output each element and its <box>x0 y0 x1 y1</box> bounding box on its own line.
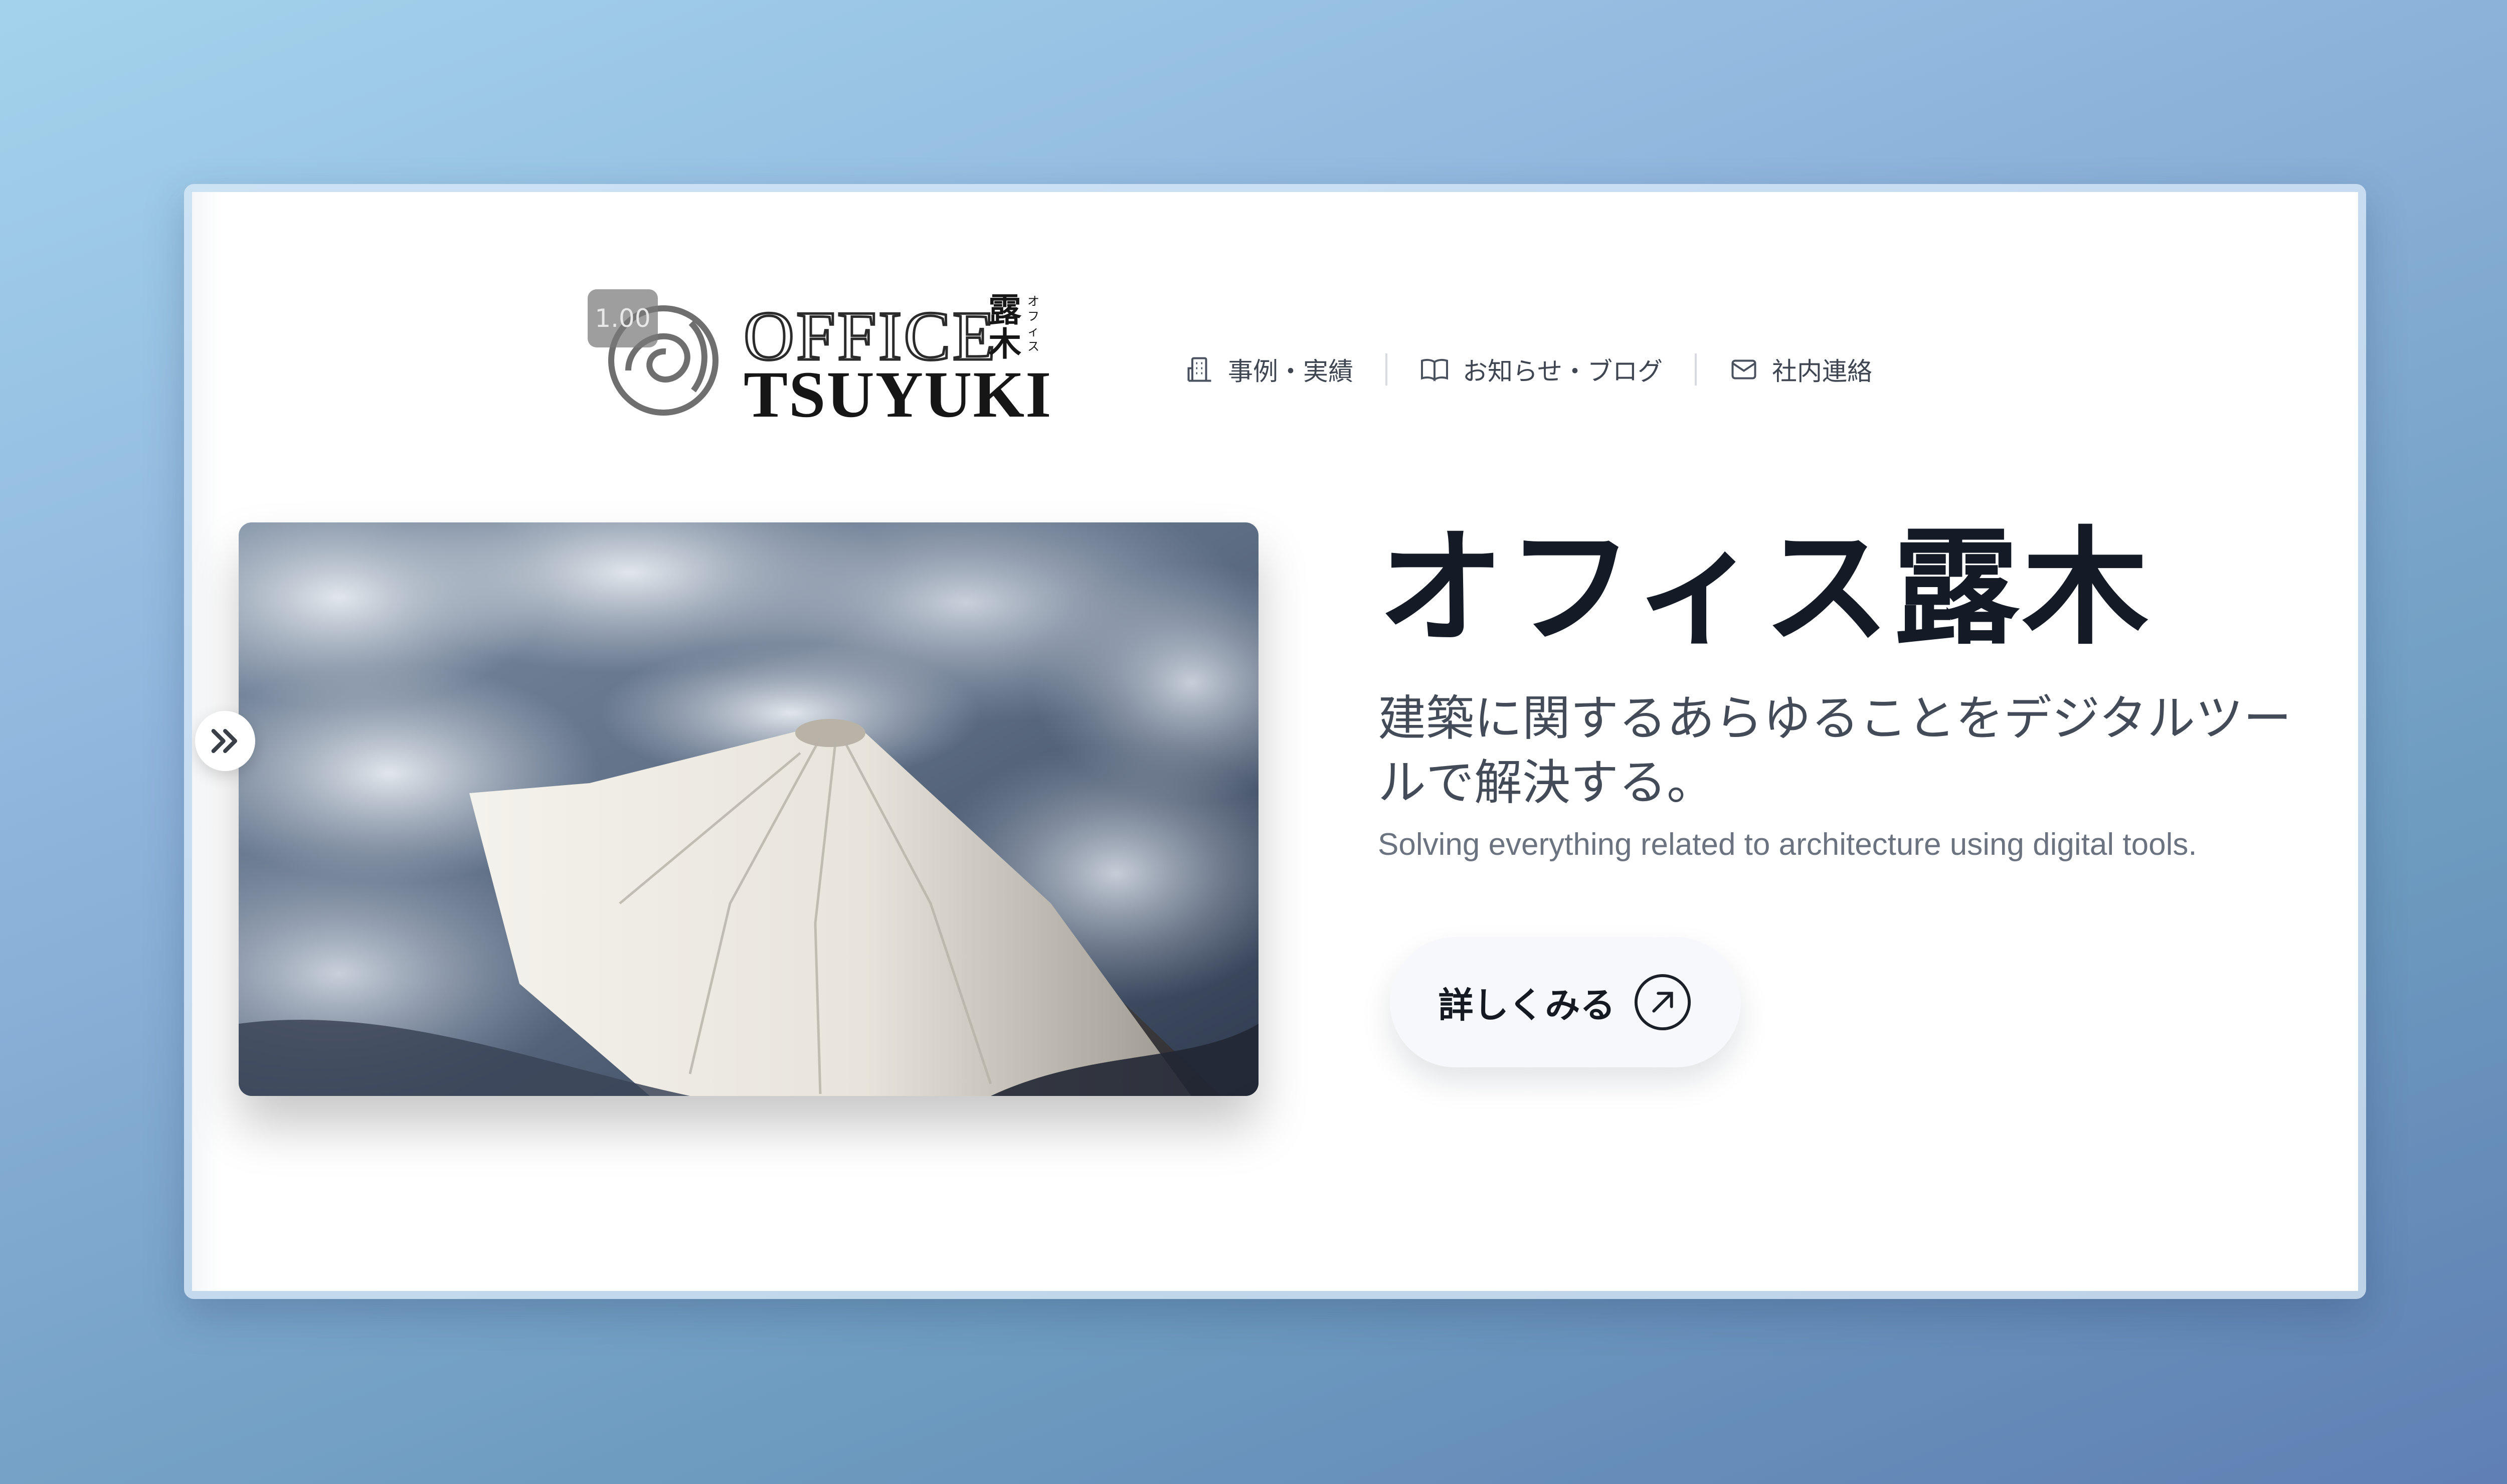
browser-frame: OFFICE TSUYUKI 露 木 オ フ ィ ス 1.00 事例・実績 お知… <box>184 184 2366 1299</box>
nav-item-news-blog-label: お知らせ・ブログ <box>1463 357 1663 386</box>
hero-english-tagline: Solving everything related to architectu… <box>1378 827 2197 862</box>
double-chevron-right-icon <box>211 729 237 753</box>
logo-kana-3: ィ <box>1027 324 1039 338</box>
nav-item-cases[interactable]: 事例・実績 <box>1185 351 1353 388</box>
book-icon <box>1421 358 1448 382</box>
nav-item-news-blog[interactable]: お知らせ・ブログ <box>1419 351 1663 388</box>
logo-kana-2: フ <box>1027 309 1039 323</box>
mail-icon <box>1731 359 1756 380</box>
logo-kanji-1: 露 <box>988 290 1022 329</box>
office-tsuyuki-logo[interactable]: OFFICE TSUYUKI 露 木 オ フ ィ ス <box>593 285 1055 431</box>
building-icon <box>1187 357 1211 382</box>
logo-text-tsuyuki: TSUYUKI <box>744 357 1052 421</box>
learn-more-button[interactable]: 詳しくみる <box>1390 937 1741 1067</box>
logo-mark: OFFICE TSUYUKI 露 木 オ フ ィ ス <box>608 290 1052 431</box>
nav-item-internal-contact[interactable]: 社内連絡 <box>1729 351 1872 388</box>
hero-subtitle: 建築に関するあらゆることをデジタルツールで解決する。 <box>1378 690 2292 811</box>
mount-fuji-photo <box>239 522 1259 1096</box>
sidebar-toggle-button[interactable] <box>195 711 255 771</box>
nav-divider <box>1385 353 1387 386</box>
logo-kana-4: ス <box>1027 339 1039 353</box>
logo-kana-1: オ <box>1027 294 1039 308</box>
nav-item-internal-contact-label: 社内連絡 <box>1772 357 1872 386</box>
arrow-up-right-icon <box>1635 974 1691 1031</box>
nav-divider <box>1695 353 1697 386</box>
zoom-level-badge: 1.00 <box>588 289 658 347</box>
nav-item-cases-label: 事例・実績 <box>1228 357 1353 386</box>
learn-more-label: 詳しくみる <box>1438 984 1616 1026</box>
main-nav: 事例・実績 お知らせ・ブログ 社内連絡 <box>1185 339 1872 400</box>
hero-title: オフィス露木 <box>1378 515 2152 662</box>
logo-kanji-2: 木 <box>988 324 1021 363</box>
hero-image-mount-fuji <box>239 522 1259 1096</box>
page-window: OFFICE TSUYUKI 露 木 オ フ ィ ス 1.00 事例・実績 お知… <box>192 192 2358 1291</box>
